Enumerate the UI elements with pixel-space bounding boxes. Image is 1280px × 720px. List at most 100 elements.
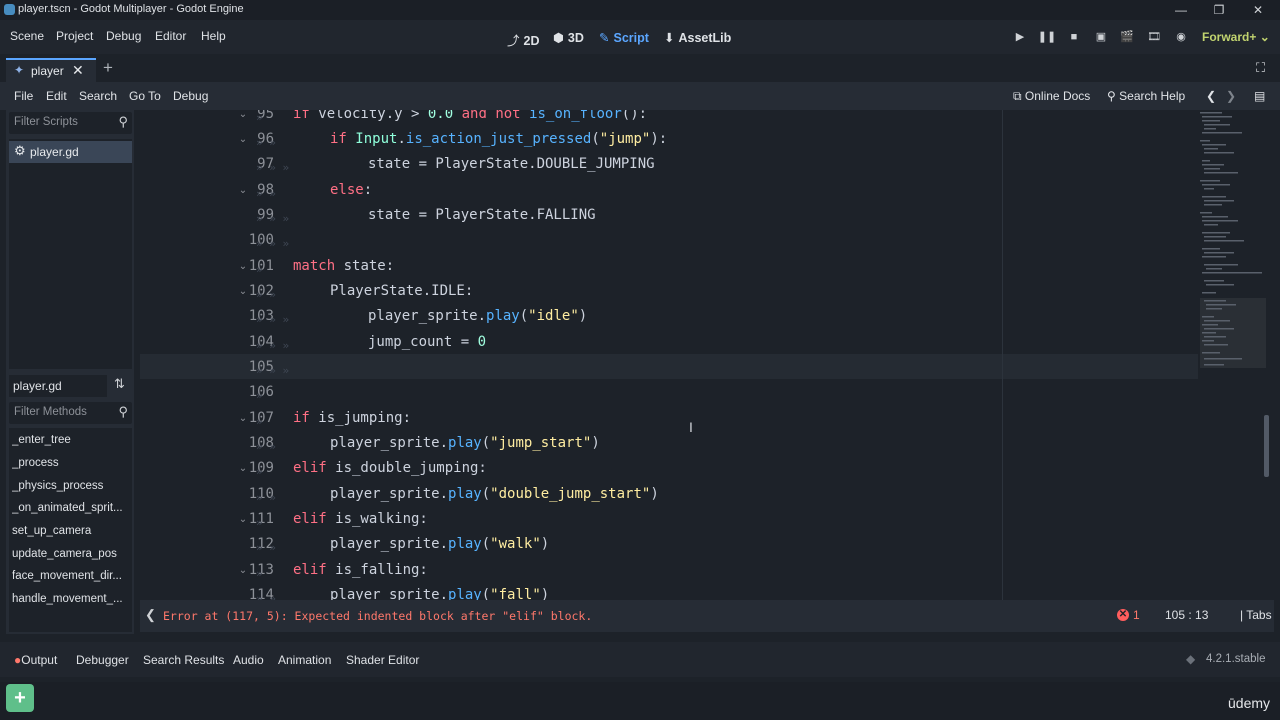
tab-marker-icon: »	[256, 465, 263, 478]
method-item[interactable]: _on_animated_sprit...	[12, 502, 130, 514]
filter-methods-input[interactable]: Filter Methods ⚲	[9, 402, 132, 424]
tab-player[interactable]: ✦ player ✕	[6, 58, 96, 82]
menu-debug[interactable]: Debug	[106, 29, 141, 43]
history-forward-icon[interactable]: ❯	[1226, 89, 1236, 103]
method-item[interactable]: face_movement_dir...	[12, 570, 130, 582]
play-scene-icon[interactable]: 🎬	[1117, 28, 1137, 46]
script-menu-file[interactable]: File	[14, 89, 33, 103]
minimap[interactable]	[1200, 110, 1270, 380]
pin-icon[interactable]: ◆	[1186, 652, 1195, 666]
chevron-left-icon[interactable]: ❮	[145, 607, 156, 623]
code-line: player_sprite.play("idle")	[368, 308, 588, 324]
search-icon: ⚲	[118, 114, 128, 129]
workspace-3d-button[interactable]: ⬢ 3D	[553, 30, 584, 45]
fold-arrow-icon[interactable]: ⌄	[236, 286, 250, 297]
script-menu-edit[interactable]: Edit	[46, 89, 67, 103]
method-item[interactable]: _physics_process	[12, 480, 130, 492]
tab-marker-icon: »	[256, 516, 263, 529]
tab-search-results[interactable]: Search Results	[143, 653, 224, 667]
fold-arrow-icon[interactable]: ⌄	[236, 261, 250, 272]
history-back-icon[interactable]: ❮	[1206, 89, 1216, 103]
tab-marker-icon: »	[256, 567, 263, 580]
search-help-button[interactable]: ⚲ Search Help	[1107, 89, 1185, 103]
workspace-assetlib-button[interactable]: ⬇ AssetLib	[664, 30, 731, 45]
tab-shader-editor[interactable]: Shader Editor	[346, 653, 419, 667]
vertical-scrollbar[interactable]	[1264, 415, 1269, 477]
workspace-2d-button[interactable]: ⤴ 2D	[507, 30, 540, 49]
method-item[interactable]: _process	[12, 457, 130, 469]
code-line: match state:	[293, 258, 395, 274]
error-icon[interactable]: ✕	[1117, 609, 1129, 621]
code-line: if Input.is_action_just_pressed("jump"):	[330, 131, 668, 147]
filter-scripts-input[interactable]: Filter Scripts ⚲	[9, 112, 132, 134]
tab-marker-icon: » »	[256, 440, 276, 453]
menu-editor[interactable]: Editor	[155, 29, 186, 43]
code-line: else:	[330, 182, 373, 198]
fold-arrow-icon[interactable]: ⌄	[236, 413, 250, 424]
fold-arrow-icon[interactable]: ⌄	[236, 463, 250, 474]
minimize-button[interactable]: —	[1166, 2, 1196, 18]
menu-help[interactable]: Help	[201, 29, 226, 43]
fold-arrow-icon[interactable]: ⌄	[236, 514, 250, 525]
distraction-free-icon[interactable]: ⛶	[1256, 60, 1265, 76]
method-list: _enter_tree _process _physics_process _o…	[9, 428, 132, 632]
fold-arrow-icon[interactable]: ⌄	[236, 185, 250, 196]
method-item[interactable]: update_camera_pos	[12, 548, 130, 560]
tab-animation[interactable]: Animation	[278, 653, 331, 667]
search-help-icon: ⚲	[1107, 89, 1116, 103]
play-icon[interactable]: ▶	[1010, 28, 1030, 46]
code-editor[interactable]: 95 96 97 98 99 100 101 102 103 104 105 1…	[140, 110, 1274, 600]
tab-marker-icon: »	[256, 389, 263, 402]
sort-icon[interactable]: ⇅	[114, 376, 125, 392]
fold-arrow-icon[interactable]: ⌄	[236, 565, 250, 576]
renderer-select[interactable]: Forward+ ⌄	[1202, 30, 1270, 44]
maximize-button[interactable]: ❐	[1204, 2, 1234, 18]
tab-marker-icon: » » »	[256, 313, 290, 326]
tab-marker-icon: » »	[256, 288, 276, 301]
3d-icon: ⬢	[553, 31, 564, 45]
play-custom-scene-icon[interactable]: 🎞	[1144, 28, 1164, 46]
fold-arrow-icon[interactable]: ⌄	[236, 134, 250, 145]
tab-marker-icon: » »	[256, 592, 276, 600]
tab-marker-icon: » » »	[256, 339, 290, 352]
close-window-button[interactable]: ✕	[1243, 2, 1273, 18]
chevron-down-icon: ⌄	[1259, 30, 1270, 44]
method-item[interactable]: _enter_tree	[12, 434, 130, 446]
add-icon[interactable]: +	[6, 684, 34, 712]
error-message[interactable]: Error at (117, 5): Expected indented blo…	[163, 609, 592, 623]
toggle-panel-icon[interactable]: ▤	[1254, 89, 1265, 103]
code-line: PlayerState.IDLE:	[330, 283, 474, 299]
version-label: 4.2.1.stable	[1206, 653, 1266, 665]
gear-icon: ⚙	[14, 143, 26, 158]
indent-mode[interactable]: | Tabs	[1240, 608, 1272, 622]
menu-project[interactable]: Project	[56, 29, 93, 43]
script-tab-bar	[0, 56, 1280, 82]
code-line: player_sprite.play("jump_start")	[330, 435, 600, 451]
method-item[interactable]: set_up_camera	[12, 525, 130, 537]
pause-icon[interactable]: ❚❚	[1037, 28, 1057, 46]
tab-marker-icon: » »	[256, 136, 276, 149]
add-tab-button[interactable]: +	[103, 58, 113, 78]
text-cursor-icon: I	[689, 419, 693, 435]
fold-arrow-icon[interactable]: ⌄	[236, 110, 250, 120]
tab-debugger[interactable]: Debugger	[76, 653, 129, 667]
remote-debug-icon[interactable]: ▣	[1091, 28, 1111, 46]
current-line-highlight	[140, 354, 1198, 379]
error-count[interactable]: 1	[1133, 608, 1140, 622]
tab-audio[interactable]: Audio	[233, 653, 264, 667]
tab-marker-icon: »	[256, 415, 263, 428]
tab-marker-icon: » » »	[256, 364, 290, 377]
workspace-script-button[interactable]: ✎ Script	[599, 30, 649, 45]
script-menu-goto[interactable]: Go To	[129, 89, 161, 103]
online-docs-button[interactable]: ⧉ Online Docs	[1013, 89, 1090, 104]
script-menu-search[interactable]: Search	[79, 89, 117, 103]
tab-output[interactable]: ●Output	[14, 653, 57, 667]
method-item[interactable]: handle_movement_...	[12, 593, 130, 605]
movie-maker-icon[interactable]: ◉	[1171, 28, 1191, 46]
script-item-player-gd[interactable]: ⚙ player.gd	[9, 141, 132, 163]
close-tab-icon[interactable]: ✕	[72, 62, 84, 79]
menu-scene[interactable]: Scene	[10, 29, 44, 43]
script-menu-debug[interactable]: Debug	[173, 89, 208, 103]
stop-icon[interactable]: ■	[1064, 28, 1084, 46]
code-line: state = PlayerState.FALLING	[368, 207, 596, 223]
